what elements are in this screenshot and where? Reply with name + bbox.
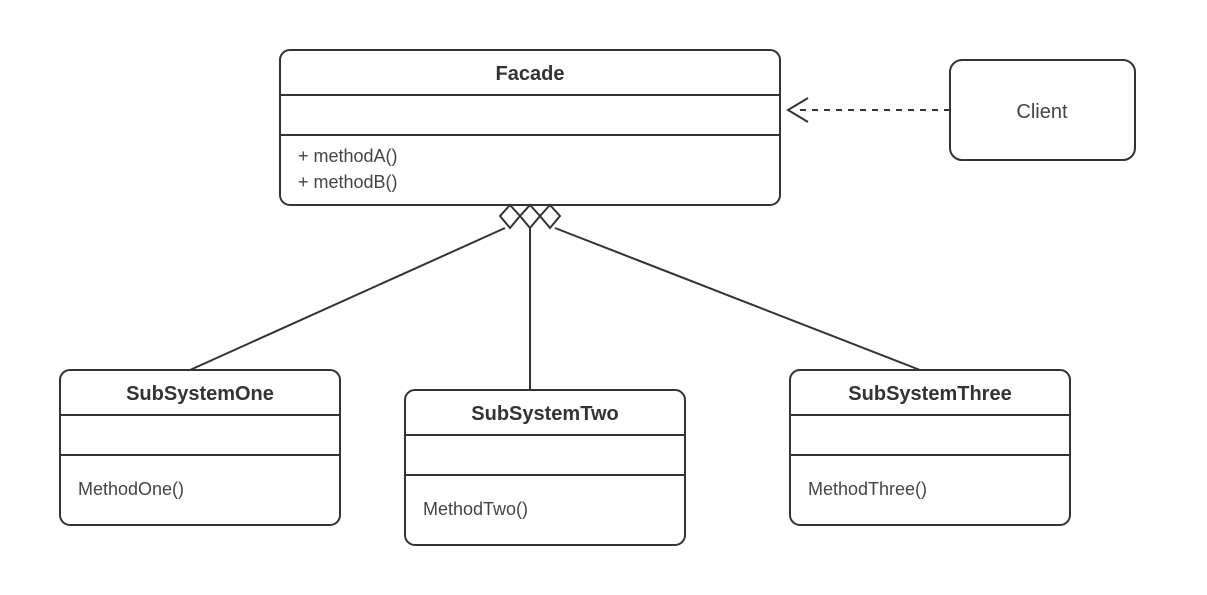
- aggregation-connectors: [190, 205, 920, 390]
- facade-method-b: + methodB(): [298, 172, 398, 192]
- subsystem-one-method: MethodOne(): [78, 479, 184, 499]
- subsystem-two-title: SubSystemTwo: [471, 403, 618, 425]
- subsystem-three-title: SubSystemThree: [848, 383, 1011, 405]
- client-title: Client: [1016, 101, 1068, 123]
- dependency-client-to-facade: [788, 98, 950, 122]
- class-facade: Facade + methodA() + methodB(): [280, 50, 780, 205]
- subsystem-two-method: MethodTwo(): [423, 499, 528, 519]
- class-subsystem-three: SubSystemThree MethodThree(): [790, 370, 1070, 525]
- facade-method-a: + methodA(): [298, 146, 398, 166]
- class-client: Client: [950, 60, 1135, 160]
- subsystem-three-method: MethodThree(): [808, 479, 927, 499]
- subsystem-one-title: SubSystemOne: [126, 383, 274, 405]
- facade-title: Facade: [496, 63, 565, 85]
- class-subsystem-two: SubSystemTwo MethodTwo(): [405, 390, 685, 545]
- uml-diagram: Facade + methodA() + methodB() Client Fa…: [0, 0, 1207, 595]
- class-subsystem-one: SubSystemOne MethodOne(): [60, 370, 340, 525]
